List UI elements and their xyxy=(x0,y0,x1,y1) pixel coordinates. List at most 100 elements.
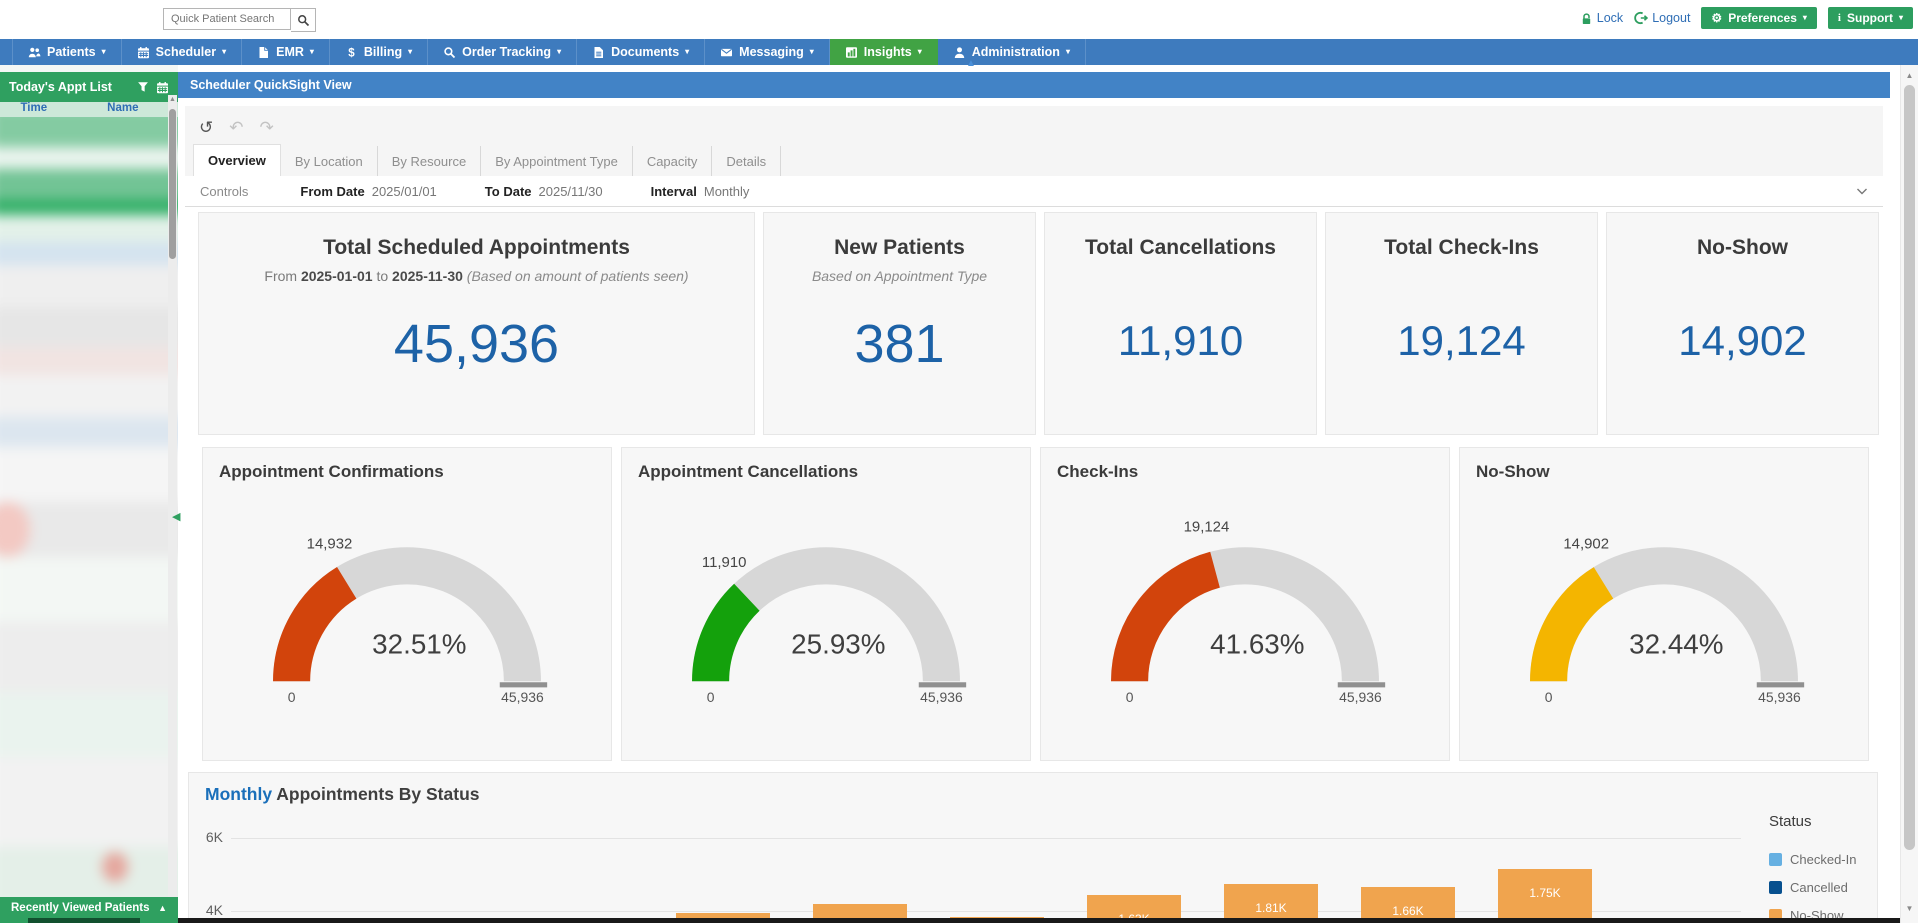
support-label: Support xyxy=(1847,11,1893,25)
y-axis-tick: 4K xyxy=(189,902,223,918)
quick-patient-search-input[interactable] xyxy=(163,8,291,30)
nav-item-label: Administration xyxy=(972,45,1060,59)
gauge-fill-arc xyxy=(292,583,347,681)
gauge-title: Check-Ins xyxy=(1057,462,1449,482)
tab-by-appointment-type[interactable]: By Appointment Type xyxy=(481,146,633,176)
chevron-down-icon: ▾ xyxy=(685,48,689,56)
logout-link[interactable]: Logout xyxy=(1634,11,1690,25)
control-value: 2025/11/30 xyxy=(539,184,603,199)
sidebar-title: Today's Appt List xyxy=(9,80,137,94)
legend-item-cancelled[interactable]: Cancelled xyxy=(1769,880,1856,895)
nav-item-documents[interactable]: Documents▾ xyxy=(577,39,705,65)
chevron-down-icon: ▾ xyxy=(222,48,226,56)
controls-collapse-chevron-icon[interactable] xyxy=(1855,184,1869,198)
collapse-sidebar-arrow[interactable]: ◀ xyxy=(172,510,180,523)
preferences-button[interactable]: ⚙ Preferences ▾ xyxy=(1701,7,1817,29)
gauge-fill-arc xyxy=(711,597,747,681)
gauge-min-label: 0 xyxy=(707,689,715,705)
kpi-subtitle: From 2025-01-01 to 2025-11-30 (Based on … xyxy=(199,268,754,284)
scroll-to-top-icon[interactable]: ▲ xyxy=(966,58,976,69)
main-scrollbar[interactable]: ▲ ▼ xyxy=(1900,65,1918,923)
reset-icon[interactable]: ↺ xyxy=(199,119,213,136)
gauge-title: Appointment Confirmations xyxy=(219,462,611,482)
chart-legend: Status Checked-InCancelledNo-Show xyxy=(1769,813,1856,923)
scroll-up-icon[interactable]: ▲ xyxy=(1901,71,1918,80)
control-to-date[interactable]: To Date2025/11/30 xyxy=(485,184,603,199)
legend-item-checked-in[interactable]: Checked-In xyxy=(1769,852,1856,867)
nav-item-emr[interactable]: EMR▾ xyxy=(242,39,330,65)
recently-viewed-patients-bar[interactable]: Recently Viewed Patients ▲ xyxy=(0,897,178,918)
calendar-icon[interactable] xyxy=(156,81,169,94)
gauge-fill-arc xyxy=(1130,570,1215,682)
gauge-fill-arc xyxy=(1549,583,1604,681)
control-interval[interactable]: IntervalMonthly xyxy=(651,184,750,199)
chevron-down-icon: ▾ xyxy=(310,48,314,56)
gauge-max-label: 45,936 xyxy=(920,689,963,705)
bar-segment-value-label: 1.66K xyxy=(1361,904,1455,918)
chevron-down-icon: ▾ xyxy=(1066,48,1070,56)
legend-title: Status xyxy=(1769,813,1856,830)
gear-icon: ⚙ xyxy=(1711,12,1722,24)
redo-icon[interactable]: ↷ xyxy=(260,119,274,136)
qs-toolbar-area: ↺ ↶ ↷ OverviewBy LocationBy ResourceBy A… xyxy=(185,106,1883,176)
gauge-value-label: 19,124 xyxy=(1184,519,1230,536)
tab-details[interactable]: Details xyxy=(712,146,781,176)
kpi-value: 19,124 xyxy=(1326,317,1597,365)
chevron-down-icon: ▾ xyxy=(557,48,561,56)
nav-item-billing[interactable]: $Billing▾ xyxy=(330,39,428,65)
bottom-edge-strip xyxy=(0,918,1918,923)
search-icon xyxy=(297,14,310,27)
sidebar-scrollbar-thumb[interactable] xyxy=(169,109,176,259)
sheet-tabs: OverviewBy LocationBy ResourceBy Appoint… xyxy=(185,144,1883,177)
kpi-value: 45,936 xyxy=(199,313,754,375)
chart-title-rest: Appointments By Status xyxy=(272,784,479,804)
gauge-percent-label: 41.63% xyxy=(1210,628,1304,659)
control-from-date[interactable]: From Date2025/01/01 xyxy=(300,184,436,199)
search-button[interactable] xyxy=(291,8,316,32)
undo-icon[interactable]: ↶ xyxy=(229,119,243,136)
scroll-down-icon[interactable]: ▼ xyxy=(1901,904,1918,913)
gauge-value-label: 11,910 xyxy=(702,554,747,571)
control-name: Interval xyxy=(651,184,697,199)
column-header-time: Time xyxy=(0,102,68,117)
kpi-value: 381 xyxy=(764,313,1035,375)
sidebar-scrollbar[interactable]: ▲ xyxy=(168,95,177,897)
filter-icon[interactable] xyxy=(137,81,149,93)
dollar-icon: $ xyxy=(345,46,358,59)
nav-item-insights[interactable]: Insights▾ xyxy=(830,39,938,65)
document-icon xyxy=(592,46,605,59)
gauge-percent-label: 32.51% xyxy=(372,628,466,659)
bar-segment-value-label: 1.81K xyxy=(1224,901,1318,915)
legend-swatch xyxy=(1769,881,1782,894)
magnifier-icon xyxy=(443,46,456,59)
support-button[interactable]: i Support ▾ xyxy=(1828,7,1913,29)
nav-item-administration[interactable]: Administration ▾ xyxy=(938,39,1086,65)
nav-item-patients[interactable]: Patients▾ xyxy=(12,39,122,65)
kpi-card-total-cancellations: Total Cancellations11,910 xyxy=(1044,212,1317,435)
main-scrollbar-thumb[interactable] xyxy=(1904,85,1915,850)
gauge-card-appointment-cancellations: Appointment Cancellations 11,910 25.93% … xyxy=(621,447,1031,761)
tab-overview[interactable]: Overview xyxy=(193,144,281,177)
lock-label: Lock xyxy=(1597,11,1623,25)
gauge-chart: 14,902 32.44% 0 45,936 xyxy=(1499,506,1829,708)
gauge-title: No-Show xyxy=(1476,462,1868,482)
nav-item-messaging[interactable]: Messaging▾ xyxy=(705,39,830,65)
kpi-title: Total Check-Ins xyxy=(1334,236,1589,260)
gauge-percent-label: 32.44% xyxy=(1629,628,1723,659)
legend-label: Checked-In xyxy=(1790,852,1856,867)
todays-appt-list-header[interactable]: Today's Appt List xyxy=(0,72,178,102)
tab-by-location[interactable]: By Location xyxy=(281,146,378,176)
kpi-value: 11,910 xyxy=(1045,317,1316,365)
tab-capacity[interactable]: Capacity xyxy=(633,146,713,176)
gauge-min-label: 0 xyxy=(1545,689,1553,705)
person-icon xyxy=(953,46,966,59)
nav-item-scheduler[interactable]: Scheduler▾ xyxy=(122,39,242,65)
nav-item-order-tracking[interactable]: Order Tracking▾ xyxy=(428,39,577,65)
column-header-name: Name xyxy=(68,102,178,117)
file-icon xyxy=(257,46,270,59)
kpi-title: No-Show xyxy=(1615,236,1870,260)
chart-title: Monthly Appointments By Status xyxy=(205,784,480,805)
lock-link[interactable]: Lock xyxy=(1580,11,1623,25)
tab-by-resource[interactable]: By Resource xyxy=(378,146,481,176)
scroll-up-icon[interactable]: ▲ xyxy=(168,96,177,103)
